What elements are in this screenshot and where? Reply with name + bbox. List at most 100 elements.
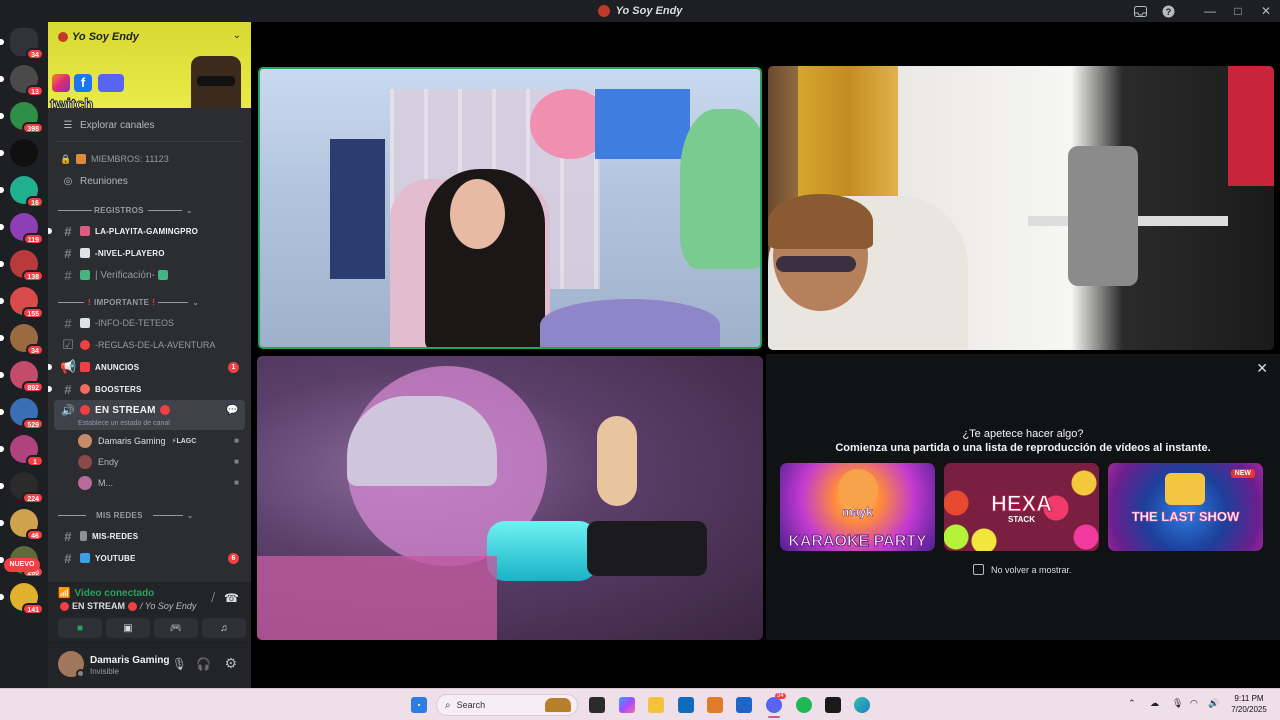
server-icon[interactable]: 155 [0,287,44,319]
voice-user-endy[interactable]: Endy ■ [48,451,251,472]
channel-youtube[interactable]: # YOUTUBE 6 [48,547,251,569]
channel-misredes[interactable]: # MIS-REDES [48,525,251,547]
server-icon[interactable]: 224 [0,472,44,504]
user-name[interactable]: Damaris Gaming [90,655,169,666]
channel-info[interactable]: # -INFO-DE-TETEOS [48,312,251,334]
channel-nivel[interactable]: # -NIVEL-PLAYERO [48,242,251,264]
voice-server-name: / Yo Soy Endy [140,601,197,611]
game-card-lastshow[interactable]: NEW THE LAST SHOW [1108,463,1263,551]
channel-boosters[interactable]: # BOOSTERS [48,378,251,400]
edge-icon[interactable] [854,697,870,713]
inbox-icon[interactable] [1126,0,1154,22]
camera-button[interactable]: ■ [58,618,102,638]
server-banner[interactable]: Yo Soy Endy ⌄ f twitch [48,22,251,108]
server-icon[interactable] [0,139,38,167]
list-icon: ☰ [63,119,73,131]
outlook-icon[interactable] [678,697,694,713]
disconnect-icon[interactable]: ☎ [224,591,239,605]
wifi-icon[interactable]: ◠ [1190,698,1198,709]
soundboard-button[interactable]: ♫ [202,618,246,638]
server-icon[interactable]: 1 [0,435,44,467]
copilot-icon[interactable] [619,697,635,713]
server-icon[interactable]: 892 [0,361,44,393]
server-icon[interactable]: 34 [0,28,44,60]
voice-user-m[interactable]: M... ■ [48,472,251,493]
clock[interactable]: 9:11 PM 7/20/2025 [1226,693,1272,715]
maximize-button[interactable]: □ [1224,0,1252,22]
category-redes[interactable]: MIS REDES ⌄ [48,505,251,525]
server-icon[interactable]: 16 [0,176,44,208]
unread-indicator [0,113,4,119]
lock-icon: 🔒 [60,153,72,164]
discord-icon[interactable] [98,74,124,92]
unread-indicator [0,372,4,378]
cat-mascot-image [838,469,878,509]
task-view-icon[interactable] [589,697,605,713]
voice-location[interactable]: EN STREAM / Yo Soy Endy [60,601,196,611]
microphone-icon[interactable]: 🎙 [172,657,187,671]
instagram-icon[interactable] [52,74,70,92]
windows-start-icon[interactable] [411,697,427,713]
server-icon[interactable]: 398 [0,102,44,134]
gear-icon[interactable]: ⚙ [224,655,237,672]
video-tile-m[interactable] [257,356,763,640]
video-grid: ✕ ¿Te apetece hacer algo? Comienza una p… [251,22,1280,688]
server-icon[interactable]: 13 [0,65,44,97]
server-icon[interactable]: 138 [0,250,44,282]
arcade-image [330,139,385,279]
connection-status[interactable]: 📶 Video conectado [58,588,154,599]
checkbox[interactable] [973,564,984,575]
category-registros[interactable]: REGISTROS ⌄ [48,200,251,220]
chevron-down-icon[interactable]: ⌄ [233,30,241,41]
volume-icon[interactable]: 🔊 [1208,698,1219,709]
search-placeholder: Search [456,700,486,710]
unread-indicator [0,335,4,341]
help-icon[interactable]: ? [1154,0,1182,22]
minimize-button[interactable]: — [1196,0,1224,22]
network-icon[interactable]: ☁ [1150,698,1159,709]
noise-suppression-icon[interactable]: ⧸ [211,592,215,605]
spotify-icon[interactable] [796,697,812,713]
channel-reglas[interactable]: ☑ -REGLAS-DE-LA-AVENTURA [48,334,251,356]
game-card-hexa[interactable]: HEXA STACK [944,463,1099,551]
chat-app-icon[interactable] [825,697,841,713]
activities-button[interactable]: 🎮 [154,618,198,638]
app-icon[interactable] [707,697,723,713]
explore-label: Explorar canales [80,119,155,131]
channel-playita[interactable]: # LA-PLAYITA-GAMINGPRO [48,220,251,242]
check-icon [80,270,90,280]
headphones-icon[interactable]: 🎧 [196,657,211,671]
file-explorer-icon[interactable] [648,697,664,713]
facebook-icon[interactable]: f [74,74,92,92]
screen-share-button[interactable]: ▣ [106,618,150,638]
stream-channel-row[interactable]: 🔊 EN STREAM 💬 [54,400,245,420]
voice-user-damaris[interactable]: Damaris Gaming ⚡LAGC ■ [48,430,251,451]
chat-bubble-icon[interactable]: 💬 [226,405,239,416]
game-card-karaoke[interactable]: mayk KARAOKE PARTY [780,463,935,551]
channel-anuncios[interactable]: 📢 ANUNCIOS 1 [48,356,251,378]
close-window-button[interactable]: ✕ [1252,0,1280,22]
server-icon[interactable]: 141 [0,583,44,615]
microphone-icon[interactable]: 🎙 [1172,698,1183,709]
server-icon[interactable]: 119 [0,213,44,245]
close-icon[interactable]: ✕ [1256,360,1268,377]
no-entry-icon [80,340,90,350]
dont-show-again[interactable]: No volver a mostrar. [973,564,1072,575]
video-tile-endy[interactable] [768,66,1274,350]
category-importante[interactable]: ! IMPORTANTE ! ⌄ [48,292,251,312]
chevron-up-icon[interactable]: ⌃ [1128,698,1136,709]
explore-channels[interactable]: ☰ Explorar canales [48,114,251,136]
server-icon[interactable]: 529 [0,398,44,430]
video-tile-damaris[interactable] [258,67,762,349]
server-icon[interactable]: 46 [0,509,44,541]
channel-status[interactable]: Establece un estado de canal [54,420,245,430]
taskbar-search[interactable]: ⌕ Search [436,694,578,716]
channel-verificacion[interactable]: # | Verificación- [48,264,251,286]
store-icon[interactable] [736,697,752,713]
members-channel[interactable]: 🔒 MIEMBROS: 11123 [48,148,251,170]
server-icon[interactable]: 34 [0,324,44,356]
events-channel[interactable]: ◎ Reuniones [48,170,251,192]
discord-taskbar-icon[interactable] [766,697,782,713]
voice-channel-stream[interactable]: 🔊 EN STREAM 💬 Establece un estado de can… [54,400,245,430]
channel-label: ANUNCIOS [95,362,140,372]
